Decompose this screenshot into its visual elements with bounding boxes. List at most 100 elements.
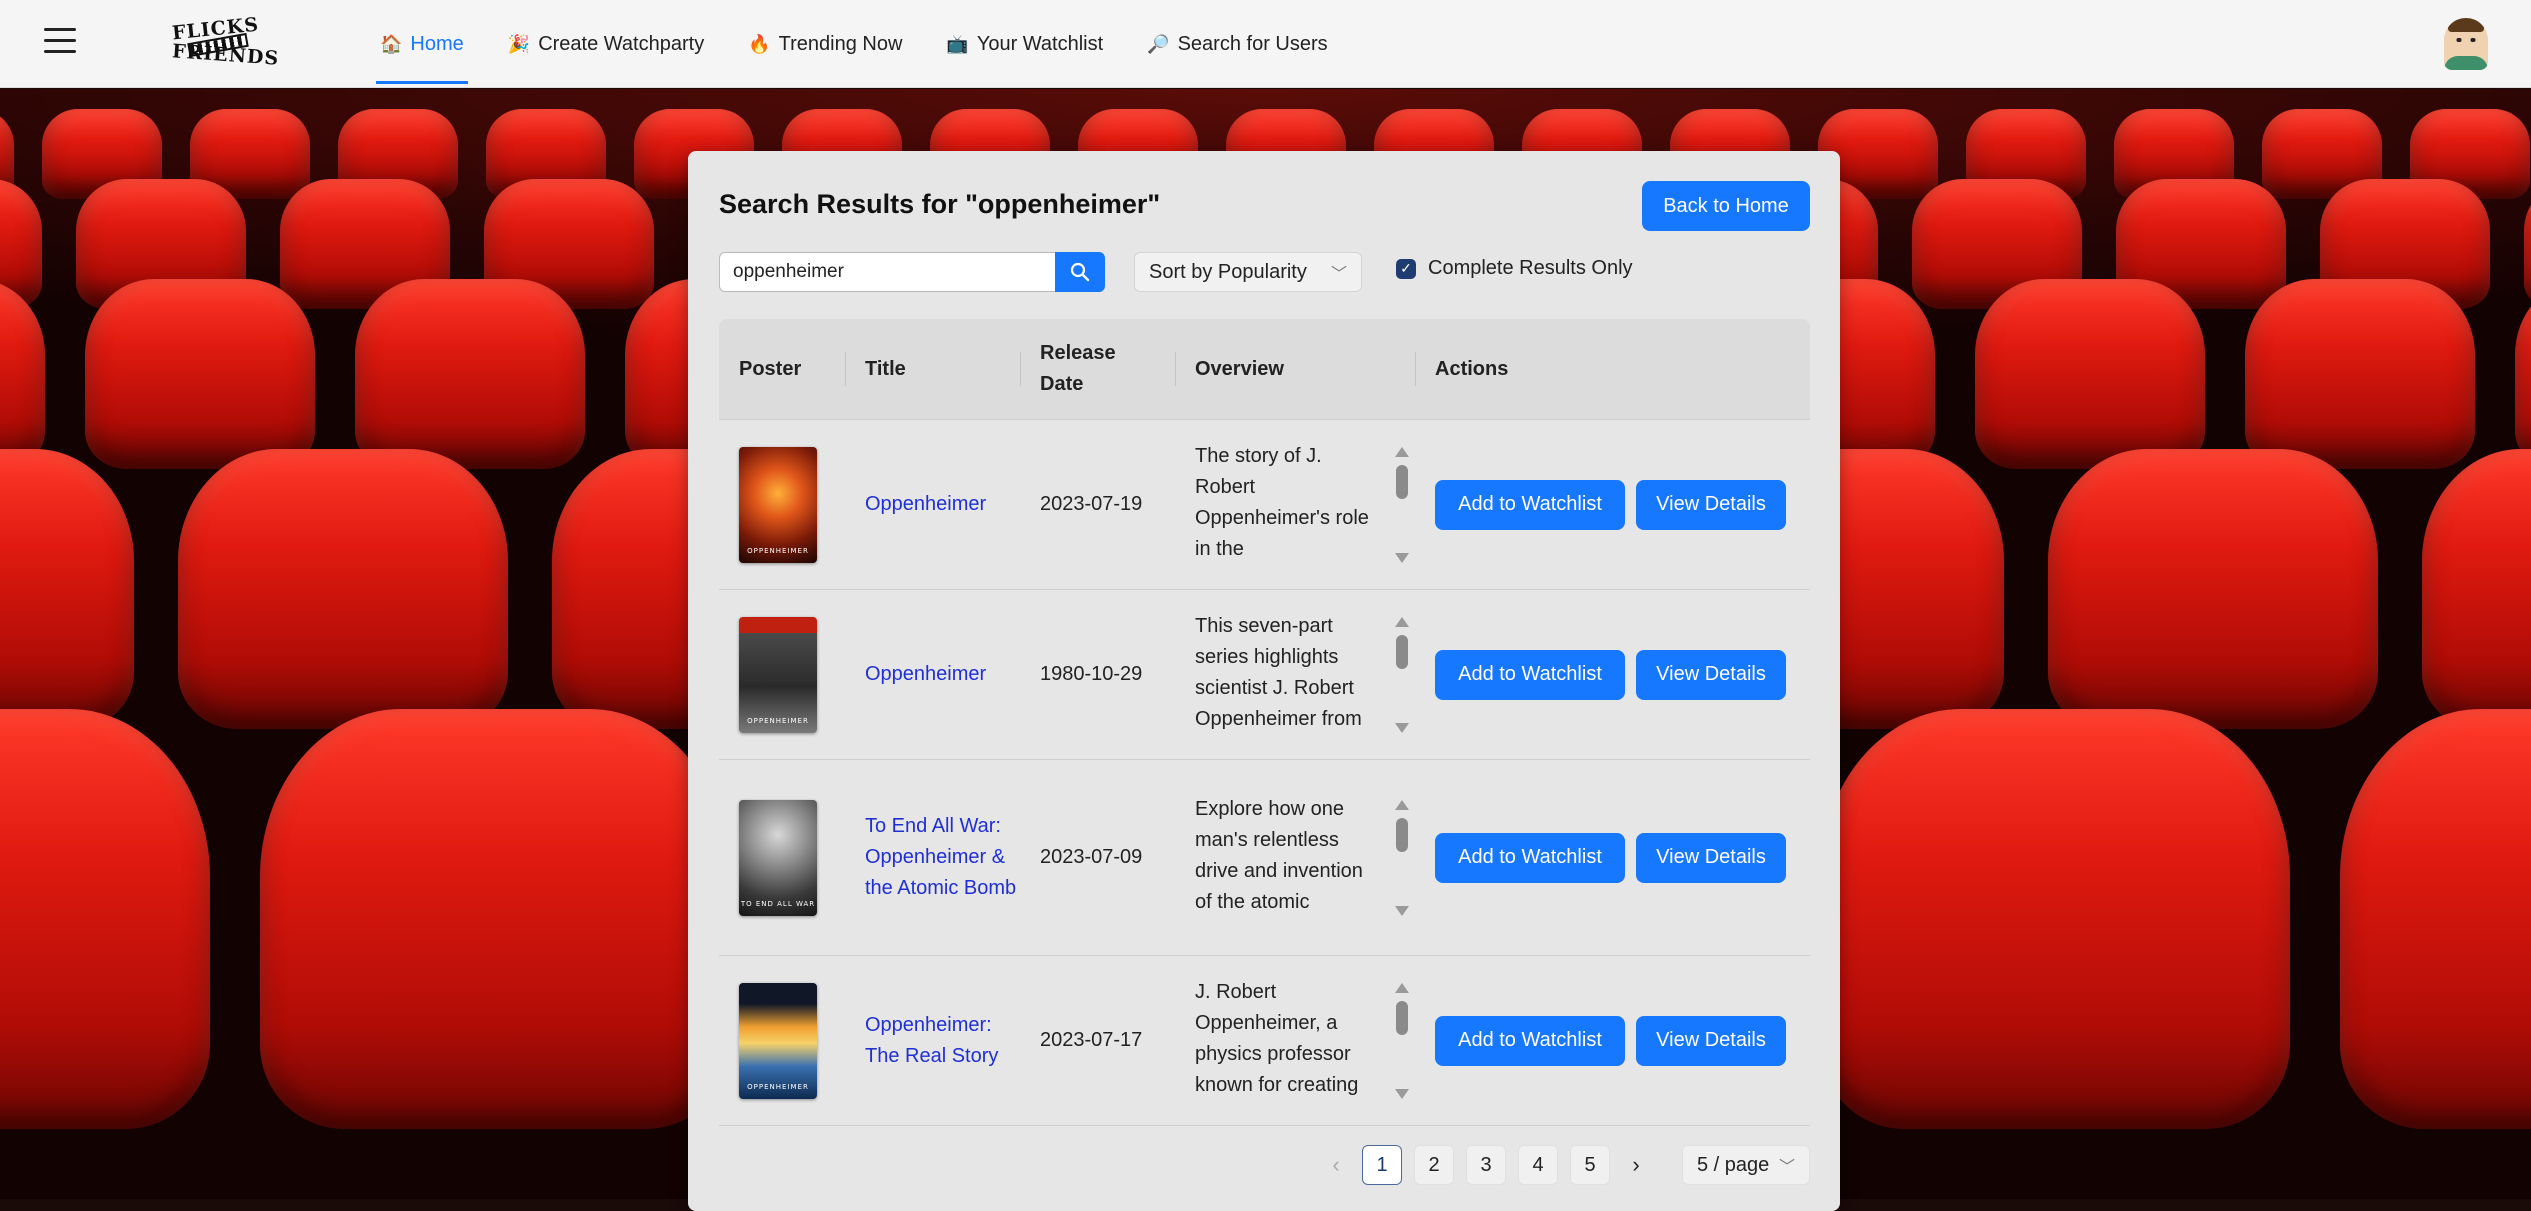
user-avatar[interactable] bbox=[2444, 18, 2488, 70]
overview-scrollbar[interactable] bbox=[1394, 799, 1410, 916]
page-size-select[interactable]: 5 / page ﹀ bbox=[1682, 1145, 1810, 1185]
hamburger-menu-icon[interactable] bbox=[44, 28, 76, 56]
search-button[interactable] bbox=[1055, 252, 1105, 292]
overview-text: J. Robert Oppenheimer, a physics profess… bbox=[1195, 980, 1359, 1096]
nav-item-search-for-users[interactable]: 🔎 Search for Users bbox=[1143, 0, 1331, 88]
overview-scrollbar[interactable] bbox=[1394, 982, 1410, 1099]
add-to-watchlist-button[interactable]: Add to Watchlist bbox=[1435, 832, 1625, 883]
page-button[interactable]: 3 bbox=[1466, 1145, 1506, 1185]
view-details-button[interactable]: View Details bbox=[1636, 649, 1786, 700]
release-date-cell: 2023-07-17 bbox=[1040, 1029, 1143, 1051]
theater-seat bbox=[355, 279, 585, 469]
scroll-thumb[interactable] bbox=[1396, 817, 1408, 852]
chevron-down-icon: ﹀ bbox=[1330, 266, 1347, 283]
overview-scroll-box[interactable]: Explore how one man's relentless drive a… bbox=[1195, 794, 1415, 922]
nav-item-trending-now[interactable]: 🔥 Trending Now bbox=[744, 0, 906, 88]
table-row: OPPENHEIMER Oppenheimer: The Real Story … bbox=[719, 956, 1810, 1126]
back-to-home-button[interactable]: Back to Home bbox=[1642, 181, 1810, 231]
scroll-down-arrow-icon[interactable] bbox=[1395, 552, 1409, 563]
actions-cell: Add to Watchlist View Details bbox=[1415, 479, 1810, 530]
party-popper-icon: 🎉 bbox=[507, 33, 531, 54]
magnifier-icon: 🔎 bbox=[1147, 33, 1170, 54]
add-to-watchlist-button[interactable]: Add to Watchlist bbox=[1435, 1015, 1625, 1066]
nav-item-your-watchlist[interactable]: 📺 Your Watchlist bbox=[942, 0, 1107, 88]
page-button[interactable]: 4 bbox=[1518, 1145, 1558, 1185]
overview-scroll-box[interactable]: The story of J. Robert Oppenheimer's rol… bbox=[1195, 441, 1415, 569]
scroll-thumb[interactable] bbox=[1396, 634, 1408, 669]
tv-icon: 📺 bbox=[946, 33, 969, 54]
search-bar bbox=[719, 252, 1105, 292]
top-navbar: FLICKS FRIENDS 🏠 Home 🎉 Create Watchparty 🔥 T… bbox=[0, 0, 2531, 88]
add-to-watchlist-button[interactable]: Add to Watchlist bbox=[1435, 649, 1625, 700]
actions-cell: Add to Watchlist View Details bbox=[1415, 649, 1810, 700]
overview-scrollbar[interactable] bbox=[1394, 616, 1410, 733]
fire-icon: 🔥 bbox=[748, 33, 771, 54]
scroll-thumb[interactable] bbox=[1396, 1000, 1408, 1035]
page-button[interactable]: 5 bbox=[1570, 1145, 1610, 1185]
theater-seat bbox=[1820, 709, 2290, 1129]
movie-poster[interactable]: OPPENHEIMER bbox=[739, 982, 817, 1099]
next-page-icon[interactable]: › bbox=[1616, 1145, 1656, 1185]
poster-cell: OPPENHEIMER bbox=[719, 446, 845, 563]
movie-poster[interactable]: OPPENHEIMER bbox=[739, 446, 817, 563]
prev-page-icon[interactable]: ‹ bbox=[1316, 1145, 1356, 1185]
checkbox-checked-icon[interactable]: ✓ bbox=[1396, 258, 1416, 279]
scroll-down-arrow-icon[interactable] bbox=[1395, 1088, 1409, 1099]
table-body: OPPENHEIMER Oppenheimer 2023-07-19 The s… bbox=[719, 420, 1810, 1126]
movie-title-link[interactable]: Oppenheimer bbox=[865, 489, 1020, 520]
scroll-down-arrow-icon[interactable] bbox=[1395, 905, 1409, 916]
complete-results-toggle[interactable]: ✓ Complete Results Only bbox=[1396, 257, 1633, 280]
col-header-title: Title bbox=[845, 352, 1020, 386]
overview-cell: This seven-part series highlights scient… bbox=[1175, 611, 1415, 739]
title-cell: To End All War: Oppenheimer & the Atomic… bbox=[845, 811, 1020, 904]
movie-title-link[interactable]: Oppenheimer bbox=[865, 659, 1020, 690]
app-logo[interactable]: FLICKS FRIENDS bbox=[168, 14, 280, 70]
chevron-down-icon: ﹀ bbox=[1778, 1159, 1795, 1176]
scroll-up-arrow-icon[interactable] bbox=[1395, 446, 1409, 457]
complete-results-label: Complete Results Only bbox=[1428, 257, 1633, 279]
view-details-button[interactable]: View Details bbox=[1636, 1015, 1786, 1066]
table-header: Poster Title Release Date Overview Actio… bbox=[719, 319, 1810, 420]
results-table: Poster Title Release Date Overview Actio… bbox=[719, 319, 1810, 1126]
page-button[interactable]: 2 bbox=[1414, 1145, 1454, 1185]
page-title: Search Results for "oppenheimer" bbox=[719, 189, 1161, 219]
overview-text: The story of J. Robert Oppenheimer's rol… bbox=[1195, 444, 1369, 560]
overview-scroll-box[interactable]: J. Robert Oppenheimer, a physics profess… bbox=[1195, 977, 1415, 1105]
nav-item-label: Create Watchparty bbox=[538, 32, 705, 55]
release-date-cell: 2023-07-09 bbox=[1040, 846, 1143, 868]
movie-title-link[interactable]: Oppenheimer: The Real Story bbox=[865, 1010, 1020, 1072]
overview-scrollbar[interactable] bbox=[1394, 446, 1410, 563]
sort-dropdown[interactable]: Sort by Popularity ﹀ bbox=[1134, 252, 1362, 292]
nav-item-label: Your Watchlist bbox=[976, 32, 1104, 55]
table-row: OPPENHEIMER Oppenheimer 1980-10-29 This … bbox=[719, 590, 1810, 760]
nav-item-label: Home bbox=[410, 32, 464, 55]
theater-seat bbox=[0, 449, 134, 729]
search-input[interactable] bbox=[719, 252, 1055, 292]
poster-title-text: OPPENHEIMER bbox=[747, 546, 809, 555]
pagination: ‹ 12345 › 5 / page ﹀ bbox=[1316, 1145, 1810, 1185]
scroll-thumb[interactable] bbox=[1396, 464, 1408, 499]
poster-cell: OPPENHEIMER bbox=[719, 616, 845, 733]
nav-item-home[interactable]: 🏠 Home bbox=[376, 0, 468, 88]
movie-poster[interactable]: TO END ALL WAR bbox=[739, 799, 817, 916]
add-to-watchlist-button[interactable]: Add to Watchlist bbox=[1435, 479, 1625, 530]
theater-seat bbox=[1975, 279, 2205, 469]
scroll-down-arrow-icon[interactable] bbox=[1395, 722, 1409, 733]
scroll-up-arrow-icon[interactable] bbox=[1395, 616, 1409, 627]
page-button[interactable]: 1 bbox=[1362, 1145, 1402, 1185]
nav-item-create-watchparty[interactable]: 🎉 Create Watchparty bbox=[504, 0, 708, 88]
scroll-up-arrow-icon[interactable] bbox=[1395, 982, 1409, 993]
title-cell: Oppenheimer bbox=[845, 489, 1020, 520]
view-details-button[interactable]: View Details bbox=[1636, 479, 1786, 530]
movie-poster[interactable]: OPPENHEIMER bbox=[739, 616, 817, 733]
theater-seat bbox=[260, 709, 730, 1129]
poster-title-text: TO END ALL WAR bbox=[740, 899, 816, 908]
movie-title-link[interactable]: To End All War: Oppenheimer & the Atomic… bbox=[865, 811, 1020, 904]
theater-seat bbox=[178, 449, 508, 729]
scroll-up-arrow-icon[interactable] bbox=[1395, 799, 1409, 810]
overview-scroll-box[interactable]: This seven-part series highlights scient… bbox=[1195, 611, 1415, 739]
overview-cell: J. Robert Oppenheimer, a physics profess… bbox=[1175, 977, 1415, 1105]
poster-title-text: OPPENHEIMER bbox=[747, 716, 809, 725]
title-cell: Oppenheimer: The Real Story bbox=[845, 1010, 1020, 1072]
view-details-button[interactable]: View Details bbox=[1636, 832, 1786, 883]
